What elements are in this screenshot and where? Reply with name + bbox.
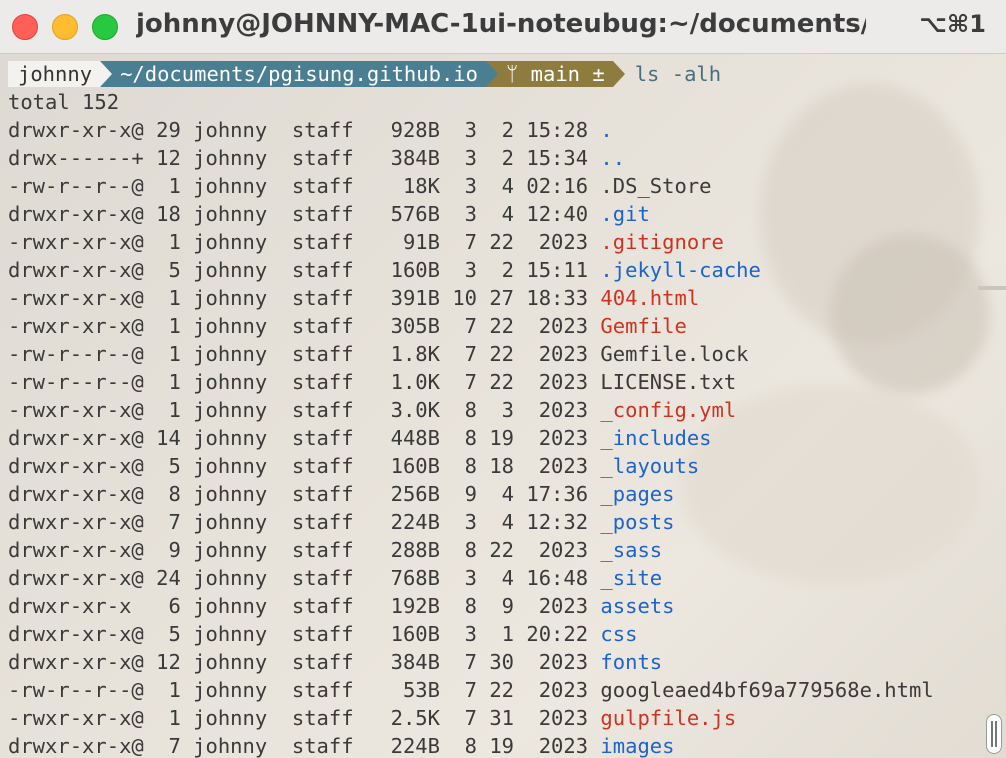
file-entry-name: fonts: [600, 650, 663, 674]
file-entry-row: drwxr-xr-x@ 7 johnny staff 224B 3 4 12:3…: [8, 508, 934, 536]
file-entry-meta: -rwxr-xr-x@ 1 johnny staff 3.0K 8 3 2023: [8, 398, 601, 422]
window-title: johnny@JOHNNY-MAC-1ui-noteubug:~/documen…: [136, 9, 866, 39]
file-entry-meta: drwxr-xr-x@ 5 johnny staff 160B 3 1 20:2…: [8, 622, 601, 646]
file-entry-row: -rw-r--r--@ 1 johnny staff 18K 3 4 02:16…: [8, 172, 934, 200]
scrollbar[interactable]: [986, 714, 1002, 754]
file-entry-name: .: [600, 118, 613, 142]
powerline-separator-icon: [612, 61, 625, 87]
powerline-separator-icon: [100, 61, 113, 87]
file-entry-name: images: [600, 734, 675, 758]
file-entry-name: LICENSE.txt: [600, 370, 737, 394]
terminal-content[interactable]: johnny ~/documents/pgisung.github.io ᛘ m…: [0, 54, 1006, 758]
file-entry-name: gulpfile.js: [600, 706, 737, 730]
tab-shortcut-label: ⌥⌘1: [919, 10, 986, 38]
shell-prompt: johnny ~/documents/pgisung.github.io ᛘ m…: [8, 60, 934, 88]
title-bar: johnny@JOHNNY-MAC-1ui-noteubug:~/documen…: [0, 0, 1006, 54]
file-entry-meta: drwxr-xr-x@ 12 johnny staff 384B 7 30 20…: [8, 650, 601, 674]
powerline-separator-icon: [485, 61, 498, 87]
file-entry-meta: drwxr-xr-x@ 5 johnny staff 160B 8 18 202…: [8, 454, 601, 478]
prompt-git-segment: ᛘ main ±: [497, 61, 613, 87]
file-entry-row: -rwxr-xr-x@ 1 johnny staff 3.0K 8 3 2023…: [8, 396, 934, 424]
file-listing: drwxr-xr-x@ 29 johnny staff 928B 3 2 15:…: [8, 116, 934, 758]
file-entry-name: _posts: [600, 510, 675, 534]
file-entry-row: drwxr-xr-x@ 8 johnny staff 256B 9 4 17:3…: [8, 480, 934, 508]
file-entry-meta: -rwxr-xr-x@ 1 johnny staff 305B 7 22 202…: [8, 314, 601, 338]
file-entry-row: -rw-r--r--@ 1 johnny staff 1.8K 7 22 202…: [8, 340, 934, 368]
file-entry-row: -rw-r--r--@ 1 johnny staff 1.0K 7 22 202…: [8, 368, 934, 396]
file-entry-row: -rwxr-xr-x@ 1 johnny staff 2.5K 7 31 202…: [8, 704, 934, 732]
file-entry-name: .gitignore: [600, 230, 724, 254]
file-entry-row: -rw-r--r--@ 1 johnny staff 53B 7 22 2023…: [8, 676, 934, 704]
file-entry-meta: -rw-r--r--@ 1 johnny staff 53B 7 22 2023: [8, 678, 601, 702]
file-entry-meta: drwxr-xr-x@ 29 johnny staff 928B 3 2 15:…: [8, 118, 601, 142]
file-entry-meta: drwxr-xr-x 6 johnny staff 192B 8 9 2023: [8, 594, 601, 618]
file-entry-meta: drwxr-xr-x@ 7 johnny staff 224B 8 19 202…: [8, 734, 601, 758]
file-entry-name: ..: [600, 146, 626, 170]
file-entry-meta: -rw-r--r--@ 1 johnny staff 18K 3 4 02:16: [8, 174, 601, 198]
file-entry-row: drwxr-xr-x@ 12 johnny staff 384B 7 30 20…: [8, 648, 934, 676]
file-entry-name: _site: [600, 566, 663, 590]
file-entry-row: drwxr-xr-x@ 24 johnny staff 768B 3 4 16:…: [8, 564, 934, 592]
file-entry-row: drwxr-xr-x@ 14 johnny staff 448B 8 19 20…: [8, 424, 934, 452]
file-entry-name: Gemfile.lock: [600, 342, 749, 366]
file-entry-row: drwxr-xr-x@ 5 johnny staff 160B 3 1 20:2…: [8, 620, 934, 648]
file-entry-name: css: [600, 622, 638, 646]
terminal-output: johnny ~/documents/pgisung.github.io ᛘ m…: [8, 60, 934, 758]
file-entry-meta: drwxr-xr-x@ 9 johnny staff 288B 8 22 202…: [8, 538, 601, 562]
file-entry-name: _sass: [600, 538, 663, 562]
file-entry-name: assets: [600, 594, 675, 618]
file-entry-name: _layouts: [600, 454, 700, 478]
file-entry-name: _includes: [600, 426, 712, 450]
file-entry-meta: -rwxr-xr-x@ 1 johnny staff 91B 7 22 2023: [8, 230, 601, 254]
file-entry-meta: -rw-r--r--@ 1 johnny staff 1.0K 7 22 202…: [8, 370, 601, 394]
file-entry-row: drwxr-xr-x 6 johnny staff 192B 8 9 2023 …: [8, 592, 934, 620]
file-entry-row: drwx------+ 12 johnny staff 384B 3 2 15:…: [8, 144, 934, 172]
minimize-window-button[interactable]: [52, 14, 78, 40]
file-entry-row: drwxr-xr-x@ 5 johnny staff 160B 3 2 15:1…: [8, 256, 934, 284]
file-entry-meta: -rw-r--r--@ 1 johnny staff 1.8K 7 22 202…: [8, 342, 601, 366]
file-entry-meta: drwxr-xr-x@ 8 johnny staff 256B 9 4 17:3…: [8, 482, 601, 506]
close-window-button[interactable]: [12, 14, 38, 40]
scrollbar-thumb[interactable]: [991, 721, 997, 747]
file-entry-row: drwxr-xr-x@ 18 johnny staff 576B 3 4 12:…: [8, 200, 934, 228]
file-entry-row: drwxr-xr-x@ 5 johnny staff 160B 8 18 202…: [8, 452, 934, 480]
zoom-window-button[interactable]: [92, 14, 118, 40]
command-text: ls -alh: [634, 62, 722, 86]
file-entry-row: -rwxr-xr-x@ 1 johnny staff 391B 10 27 18…: [8, 284, 934, 312]
file-entry-meta: drwxr-xr-x@ 5 johnny staff 160B 3 2 15:1…: [8, 258, 601, 282]
file-entry-name: .DS_Store: [600, 174, 712, 198]
total-line: total 152: [8, 90, 120, 114]
file-entry-name: _config.yml: [600, 398, 737, 422]
git-branch-label: main ±: [530, 62, 605, 86]
file-entry-meta: drwxr-xr-x@ 7 johnny staff 224B 3 4 12:3…: [8, 510, 601, 534]
file-entry-name: googleaed4bf69a779568e.html: [600, 678, 934, 702]
file-entry-name: .git: [600, 202, 650, 226]
file-entry-name: .jekyll-cache: [600, 258, 761, 282]
file-entry-meta: -rwxr-xr-x@ 1 johnny staff 2.5K 7 31 202…: [8, 706, 601, 730]
file-entry-row: drwxr-xr-x@ 9 johnny staff 288B 8 22 202…: [8, 536, 934, 564]
file-entry-name: 404.html: [600, 286, 700, 310]
file-entry-row: -rwxr-xr-x@ 1 johnny staff 91B 7 22 2023…: [8, 228, 934, 256]
prompt-path-segment: ~/documents/pgisung.github.io: [112, 61, 486, 87]
terminal-window: johnny@JOHNNY-MAC-1ui-noteubug:~/documen…: [0, 0, 1006, 758]
file-entry-meta: drwx------+ 12 johnny staff 384B 3 2 15:…: [8, 146, 601, 170]
prompt-user-segment: johnny: [8, 61, 101, 87]
file-entry-row: drwxr-xr-x@ 7 johnny staff 224B 8 19 202…: [8, 732, 934, 758]
file-entry-meta: -rwxr-xr-x@ 1 johnny staff 391B 10 27 18…: [8, 286, 601, 310]
file-entry-meta: drwxr-xr-x@ 24 johnny staff 768B 3 4 16:…: [8, 566, 601, 590]
file-entry-meta: drwxr-xr-x@ 18 johnny staff 576B 3 4 12:…: [8, 202, 601, 226]
git-branch-icon: ᛘ: [505, 62, 531, 86]
file-entry-meta: drwxr-xr-x@ 14 johnny staff 448B 8 19 20…: [8, 426, 601, 450]
file-entry-row: drwxr-xr-x@ 29 johnny staff 928B 3 2 15:…: [8, 116, 934, 144]
file-entry-name: Gemfile: [600, 314, 687, 338]
file-entry-name: _pages: [600, 482, 675, 506]
split-divider: [978, 286, 1006, 290]
file-entry-row: -rwxr-xr-x@ 1 johnny staff 305B 7 22 202…: [8, 312, 934, 340]
